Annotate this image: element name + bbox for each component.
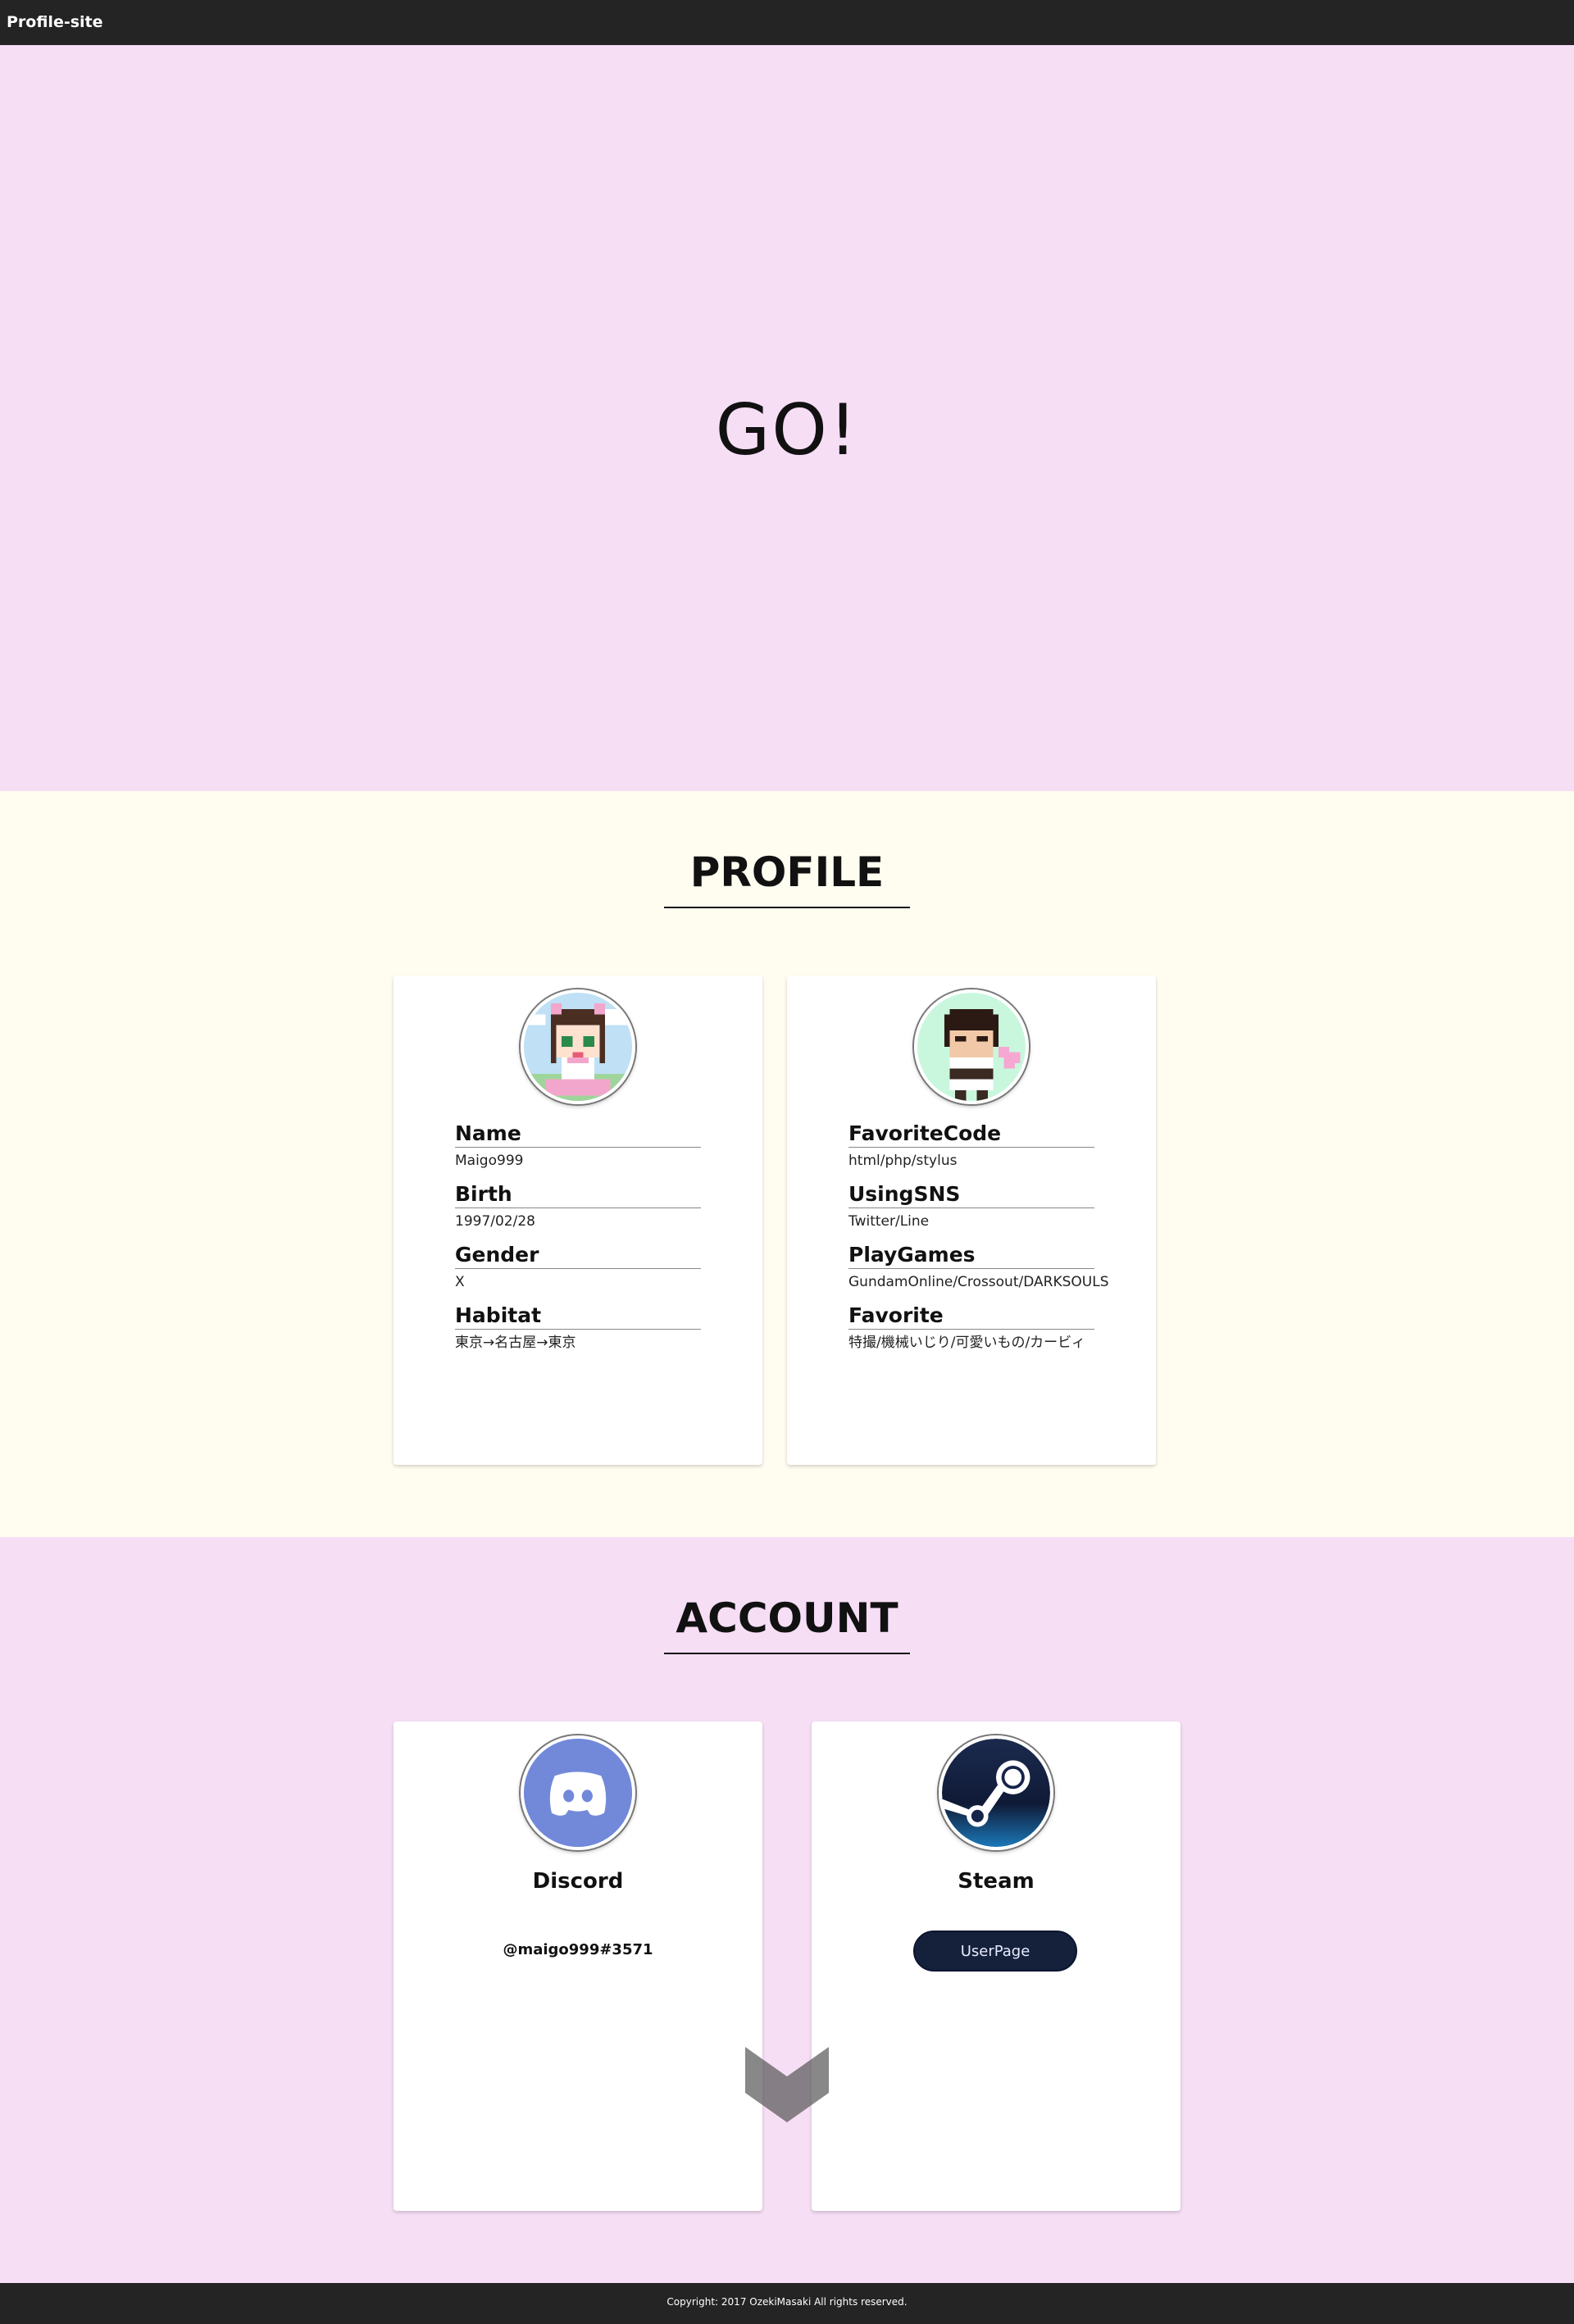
discord-name: Discord: [532, 1869, 624, 1894]
profile-section: PROFILE Name Maigo999 Birth 1997/02/28 G…: [0, 791, 1574, 1537]
account-title: ACCOUNT: [676, 1594, 898, 1642]
profile-card-personal: Name Maigo999 Birth 1997/02/28 Gender X …: [394, 976, 762, 1465]
scroll-down-chevron-icon[interactable]: [745, 2047, 829, 2122]
discord-card: Discord @maigo999#3571: [394, 1721, 762, 2211]
field-label: Birth: [455, 1182, 701, 1208]
field-label: FavoriteCode: [848, 1121, 1094, 1148]
top-navbar: Profile-site: [0, 0, 1574, 45]
steam-name: Steam: [958, 1869, 1035, 1894]
profile-title-underline: [664, 907, 910, 908]
field-favorite-code: FavoriteCode html/php/stylus: [848, 1121, 1094, 1171]
field-label: Favorite: [848, 1303, 1094, 1330]
field-gender: Gender X: [455, 1243, 701, 1293]
field-birth: Birth 1997/02/28: [455, 1182, 701, 1232]
field-label: Gender: [455, 1243, 701, 1269]
steam-userpage-button[interactable]: UserPage: [913, 1931, 1077, 1972]
discord-icon: [521, 1735, 635, 1850]
field-value: 東京→名古屋→東京: [455, 1335, 576, 1351]
profile-title: PROFILE: [689, 848, 885, 896]
field-value: html/php/stylus: [848, 1153, 958, 1169]
footer: Copyright: 2017 OzekiMasaki All rights r…: [0, 2283, 1574, 2324]
field-value: X: [455, 1274, 465, 1290]
field-label: UsingSNS: [848, 1182, 1094, 1208]
site-brand[interactable]: Profile-site: [7, 13, 103, 31]
field-value: Maigo999: [455, 1153, 524, 1169]
field-favorite: Favorite 特撮/機械いじり/可愛いもの/カービィ: [848, 1303, 1094, 1353]
field-name: Name Maigo999: [455, 1121, 701, 1171]
field-label: Habitat: [455, 1303, 701, 1330]
discord-handle: @maigo999#3571: [503, 1941, 653, 1958]
pixel-avatar-girl-icon: [521, 989, 635, 1104]
field-label: PlayGames: [848, 1243, 1094, 1269]
hero-heading: GO!: [715, 389, 859, 471]
hero-section: GO!: [0, 45, 1574, 791]
field-using-sns: UsingSNS Twitter/Line: [848, 1182, 1094, 1232]
pixel-avatar-character-icon: [914, 989, 1029, 1104]
field-value: Twitter/Line: [848, 1213, 930, 1230]
profile-card-interests: FavoriteCode html/php/stylus UsingSNS Tw…: [787, 976, 1156, 1465]
field-label: Name: [455, 1121, 701, 1148]
field-habitat: Habitat 東京→名古屋→東京: [455, 1303, 701, 1353]
account-title-underline: [664, 1653, 910, 1654]
field-play-games: PlayGames GundamOnline/Crossout/DARKSOUL…: [848, 1243, 1109, 1293]
steam-icon: [939, 1735, 1053, 1850]
copyright-text: Copyright: 2017 OzekiMasaki All rights r…: [666, 2296, 908, 2308]
field-value: 1997/02/28: [455, 1213, 535, 1230]
field-value: 特撮/機械いじり/可愛いもの/カービィ: [848, 1335, 1085, 1351]
steam-card: Steam UserPage: [812, 1721, 1180, 2211]
field-value: GundamOnline/Crossout/DARKSOULS: [848, 1274, 1109, 1290]
account-section: ACCOUNT Discord @maigo999#3571 Steam Use…: [0, 1537, 1574, 2283]
